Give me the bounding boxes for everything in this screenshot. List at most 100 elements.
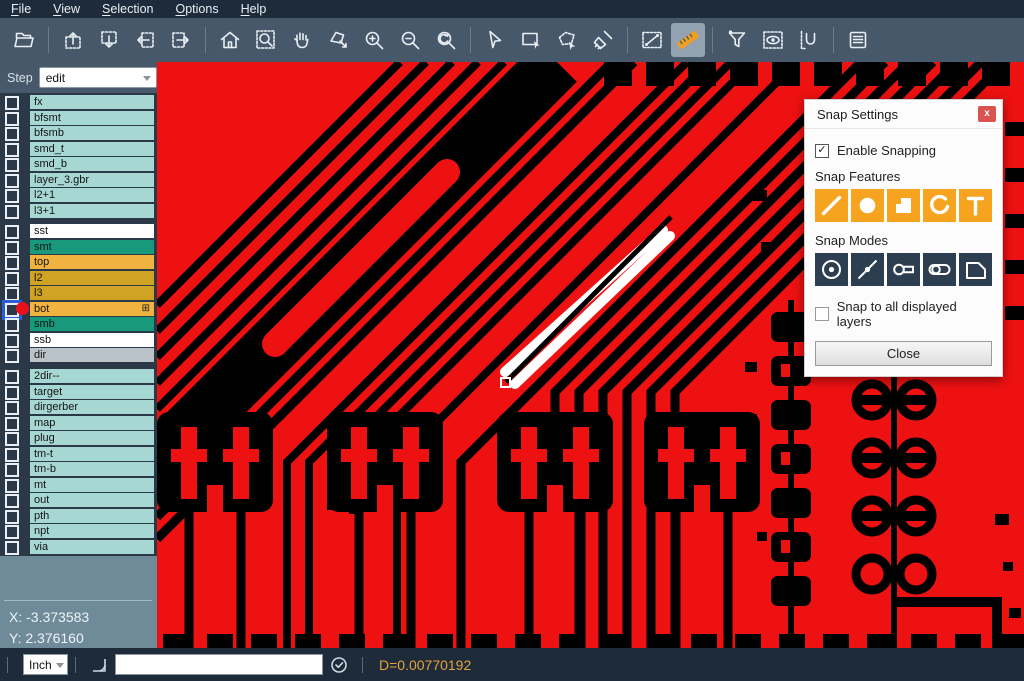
layer-cell[interactable]: target	[30, 385, 154, 399]
apply-check-icon[interactable]	[329, 655, 349, 675]
home-view-button[interactable]	[213, 23, 247, 57]
close-button[interactable]: Close	[815, 341, 992, 366]
layer-row-tm-b[interactable]: tm-b	[0, 462, 157, 476]
layer-row-mt[interactable]: mt	[0, 478, 157, 492]
menu-file[interactable]: File	[0, 2, 42, 16]
layer-cell[interactable]: ssb	[30, 333, 154, 347]
layer-row-2dir--[interactable]: 2dir--	[0, 369, 157, 383]
layer-cell[interactable]: via	[30, 540, 154, 554]
layer-cell[interactable]: mt	[30, 478, 154, 492]
layer-visibility-checkbox[interactable]	[5, 318, 19, 332]
layer-row-dir[interactable]: dir	[0, 348, 157, 362]
layer-visibility-checkbox[interactable]	[5, 401, 19, 415]
layer-visibility-checkbox[interactable]	[5, 417, 19, 431]
open-button[interactable]	[7, 23, 41, 57]
layer-row-via[interactable]: via	[0, 540, 157, 554]
menu-view[interactable]: View	[42, 2, 91, 16]
layer-row-l3[interactable]: l3	[0, 286, 157, 300]
dialog-close-icon[interactable]: x	[978, 106, 996, 122]
snap-feature-surface-button[interactable]	[887, 189, 920, 222]
layer-row-bfsmb[interactable]: bfsmb	[0, 126, 157, 140]
measure-path-button[interactable]	[792, 23, 826, 57]
layer-cell[interactable]: layer_3.gbr	[30, 173, 154, 187]
layer-row-smd_t[interactable]: smd_t	[0, 142, 157, 156]
layer-cell[interactable]: sst	[30, 224, 154, 238]
layer-visibility-checkbox[interactable]	[5, 158, 19, 172]
pointer-select-button[interactable]	[478, 23, 512, 57]
layer-visibility-checkbox[interactable]	[5, 448, 19, 462]
layer-cell[interactable]: top	[30, 255, 154, 269]
menu-help[interactable]: Help	[230, 2, 278, 16]
layer-visibility-checkbox[interactable]	[5, 256, 19, 270]
dialog-titlebar[interactable]: Snap Settings x	[805, 100, 1002, 129]
shift-down-button[interactable]	[92, 23, 126, 57]
layer-row-bfsmt[interactable]: bfsmt	[0, 111, 157, 125]
layer-cell[interactable]: plug	[30, 431, 154, 445]
layer-visibility-checkbox[interactable]	[5, 386, 19, 400]
layer-row-top[interactable]: top	[0, 255, 157, 269]
layer-row-smb[interactable]: smb	[0, 317, 157, 331]
layer-cell[interactable]: l2+1	[30, 188, 154, 202]
layer-cell[interactable]: tm-t	[30, 447, 154, 461]
layer-visibility-checkbox[interactable]	[5, 463, 19, 477]
layer-visibility-checkbox[interactable]	[5, 127, 19, 141]
layer-visibility-checkbox[interactable]	[5, 174, 19, 188]
layer-row-layer_3.gbr[interactable]: layer_3.gbr	[0, 173, 157, 187]
layer-visibility-checkbox[interactable]	[5, 112, 19, 126]
layer-visibility-checkbox[interactable]	[5, 349, 19, 363]
layer-visibility-checkbox[interactable]	[5, 143, 19, 157]
layer-row-map[interactable]: map	[0, 416, 157, 430]
snap-mode-slot-end-button[interactable]	[887, 253, 920, 286]
layer-visibility-checkbox[interactable]	[5, 510, 19, 524]
menu-selection[interactable]: Selection	[91, 2, 164, 16]
layer-cell[interactable]: fx	[30, 95, 154, 109]
layer-visibility-checkbox[interactable]	[5, 494, 19, 508]
layer-visibility-checkbox[interactable]	[5, 432, 19, 446]
zoom-in-button[interactable]	[357, 23, 391, 57]
shift-left-button[interactable]	[128, 23, 162, 57]
layer-row-pth[interactable]: pth	[0, 509, 157, 523]
layer-cell[interactable]: bot⊞	[30, 302, 154, 316]
shift-up-button[interactable]	[56, 23, 90, 57]
unit-dropdown[interactable]: Inch	[23, 654, 68, 675]
layer-cell[interactable]: l3+1	[30, 204, 154, 218]
layer-row-npt[interactable]: npt	[0, 524, 157, 538]
layer-row-smd_b[interactable]: smd_b	[0, 157, 157, 171]
zoom-window-button[interactable]	[249, 23, 283, 57]
layer-cell[interactable]: l2	[30, 271, 154, 285]
layer-cell[interactable]: bfsmt	[30, 111, 154, 125]
snap-all-layers-checkbox[interactable]	[815, 307, 829, 321]
layer-row-l3+1[interactable]: l3+1	[0, 204, 157, 218]
layer-row-fx[interactable]: fx	[0, 95, 157, 109]
layer-visibility-checkbox[interactable]	[5, 479, 19, 493]
layer-visibility-checkbox[interactable]	[5, 334, 19, 348]
snap-feature-line-button[interactable]	[815, 189, 848, 222]
layer-cell[interactable]: dirgerber	[30, 400, 154, 414]
snap-mode-vertex-button[interactable]	[959, 253, 992, 286]
snap-feature-arc-button[interactable]	[923, 189, 956, 222]
layer-row-out[interactable]: out	[0, 493, 157, 507]
layer-cell[interactable]: smb	[30, 317, 154, 331]
layer-row-plug[interactable]: plug	[0, 431, 157, 445]
shift-right-button[interactable]	[164, 23, 198, 57]
layer-cell[interactable]: npt	[30, 524, 154, 538]
layer-row-bot[interactable]: bot⊞	[0, 302, 157, 316]
layer-visibility-checkbox[interactable]	[5, 225, 19, 239]
layer-cell[interactable]: pth	[30, 509, 154, 523]
layer-cell[interactable]: 2dir--	[30, 369, 154, 383]
layer-cell[interactable]: map	[30, 416, 154, 430]
layer-visibility-checkbox[interactable]	[5, 205, 19, 219]
layer-visibility-checkbox[interactable]	[5, 241, 19, 255]
layer-row-target[interactable]: target	[0, 385, 157, 399]
layer-cell[interactable]: tm-b	[30, 462, 154, 476]
filter-tool-button[interactable]	[720, 23, 754, 57]
layer-visibility-checkbox[interactable]	[5, 96, 19, 110]
snap-feature-pad-button[interactable]	[851, 189, 884, 222]
rect-select-button[interactable]	[514, 23, 548, 57]
layer-visibility-checkbox[interactable]	[5, 541, 19, 555]
clean-tool-button[interactable]	[586, 23, 620, 57]
layer-cell[interactable]: l3	[30, 286, 154, 300]
snap-feature-text-button[interactable]	[959, 189, 992, 222]
zoom-object-button[interactable]	[321, 23, 355, 57]
layer-cell[interactable]: smd_t	[30, 142, 154, 156]
